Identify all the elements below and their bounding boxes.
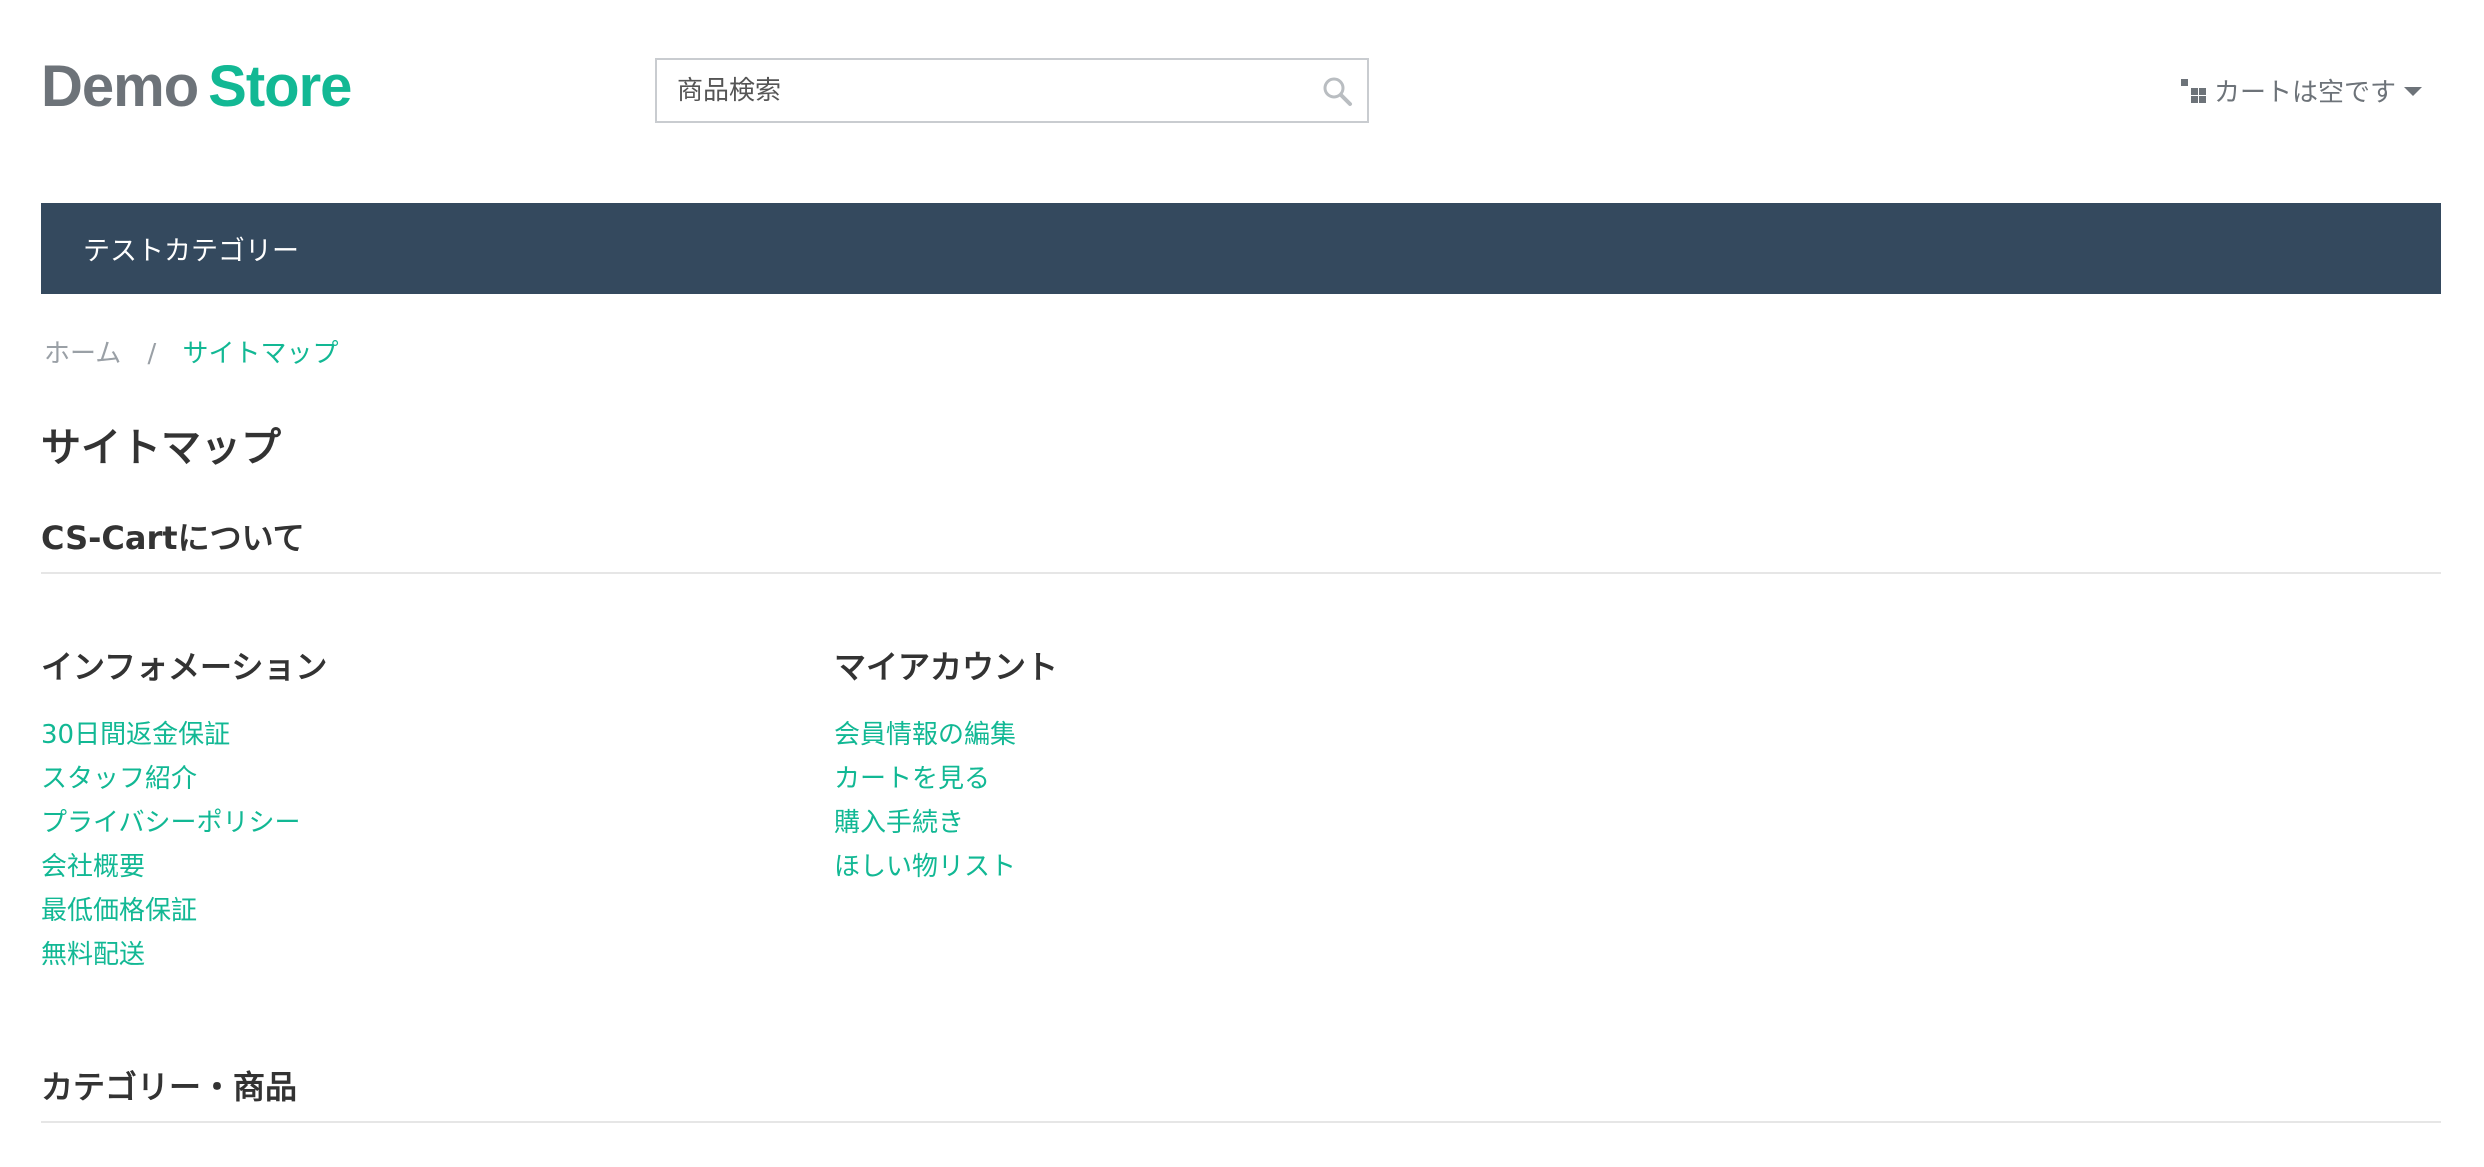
list-item: プライバシーポリシー (41, 801, 327, 845)
list-item: ほしい物リスト (834, 845, 1058, 889)
link-lowest-price-guarantee[interactable]: 最低価格保証 (41, 896, 197, 926)
link-privacy-policy[interactable]: プライバシーポリシー (41, 808, 300, 838)
link-staff[interactable]: スタッフ紹介 (41, 764, 197, 794)
main-navigation: テストカテゴリー (41, 203, 2441, 294)
store-logo[interactable]: Demo Store (41, 52, 352, 122)
search-box (655, 58, 1369, 123)
section-about-title: CS-Cartについて (41, 519, 305, 557)
section-categories: カテゴリー・商品 (41, 1062, 2441, 1123)
link-money-back-guarantee[interactable]: 30日間返金保証 (41, 720, 230, 750)
cart-label: カートは空です (2213, 78, 2396, 108)
account-link-list: 会員情報の編集 カートを見る 購入手続き ほしい物リスト (834, 713, 1058, 889)
column-information: インフォメーション 30日間返金保証 スタッフ紹介 プライバシーポリシー 会社概… (41, 642, 327, 977)
list-item: 会社概要 (41, 845, 327, 889)
link-view-cart[interactable]: カートを見る (834, 764, 990, 794)
information-link-list: 30日間返金保証 スタッフ紹介 プライバシーポリシー 会社概要 最低価格保証 無… (41, 713, 327, 977)
cart-dropdown[interactable]: カートは空です (2180, 72, 2422, 109)
list-item: 最低価格保証 (41, 889, 327, 933)
column-my-account-title: マイアカウント (834, 648, 1059, 686)
list-item: カートを見る (834, 757, 1058, 801)
list-item: 無料配送 (41, 933, 327, 977)
search-icon (1323, 77, 1352, 106)
page: DemoStore カートは空です (0, 0, 2484, 1167)
search-input[interactable] (657, 59, 1307, 122)
link-free-shipping[interactable]: 無料配送 (41, 940, 145, 970)
breadcrumb-home-link[interactable]: ホーム (44, 339, 121, 369)
breadcrumb: ホーム / サイトマップ (44, 333, 339, 370)
breadcrumb-current: サイトマップ (182, 339, 339, 369)
search-button[interactable] (1307, 60, 1367, 121)
column-information-title: インフォメーション (41, 648, 328, 686)
link-edit-profile[interactable]: 会員情報の編集 (834, 720, 1016, 750)
cart-blocks-icon (2180, 78, 2206, 104)
list-item: 購入手続き (834, 801, 1058, 845)
section-categories-title: カテゴリー・商品 (41, 1068, 298, 1106)
logo-store-text: Store (208, 54, 352, 119)
column-my-account: マイアカウント 会員情報の編集 カートを見る 購入手続き ほしい物リスト (834, 642, 1058, 889)
chevron-down-icon (2404, 85, 2422, 97)
logo-demo-text: Demo (41, 54, 199, 119)
breadcrumb-separator: / (147, 339, 157, 369)
list-item: スタッフ紹介 (41, 757, 327, 801)
nav-item-test-category[interactable]: テストカテゴリー (41, 229, 299, 268)
link-wishlist[interactable]: ほしい物リスト (834, 852, 1016, 882)
list-item: 会員情報の編集 (834, 713, 1058, 757)
link-checkout[interactable]: 購入手続き (834, 808, 964, 838)
section-about: CS-Cartについて (41, 513, 2441, 574)
list-item: 30日間返金保証 (41, 713, 327, 757)
page-title: サイトマップ (41, 425, 281, 471)
link-company-overview[interactable]: 会社概要 (41, 852, 145, 882)
